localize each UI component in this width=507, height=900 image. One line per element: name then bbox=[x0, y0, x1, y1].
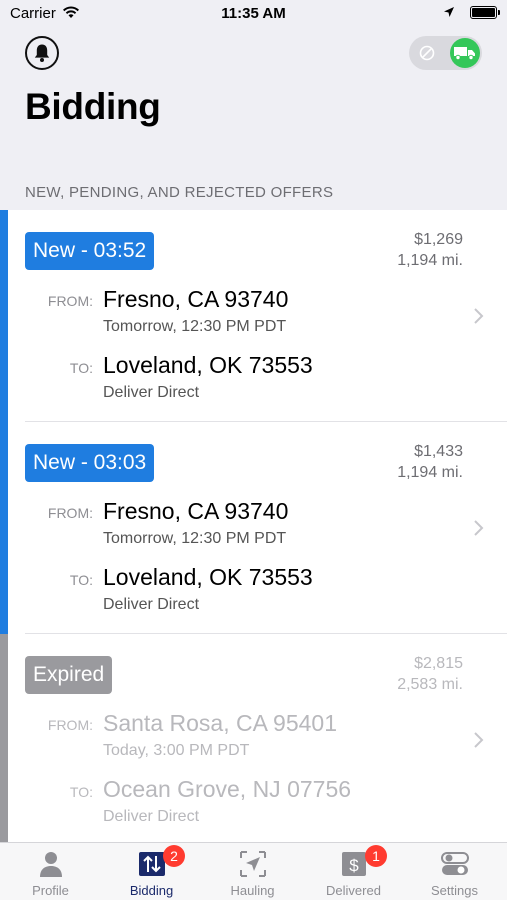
offer-price: $2,815 bbox=[414, 655, 463, 672]
page-title: Bidding bbox=[25, 86, 161, 127]
delivery-detail: Deliver Direct bbox=[103, 596, 200, 613]
status-badge: New - 03:03 bbox=[25, 444, 155, 482]
truck-icon bbox=[454, 47, 475, 60]
offer-miles: 1,194 mi. bbox=[397, 464, 463, 481]
tab-delivered[interactable]: $ 1 Delivered bbox=[303, 843, 404, 900]
from-label: FROM: bbox=[47, 293, 93, 309]
tab-hauling[interactable]: Hauling bbox=[202, 843, 303, 900]
status-time: 11:35 AM bbox=[221, 5, 286, 22]
to-city: Loveland, OK 73553 bbox=[103, 564, 313, 590]
person-icon bbox=[40, 852, 62, 877]
battery-icon bbox=[470, 6, 500, 19]
from-label: FROM: bbox=[47, 505, 93, 521]
offer-price: $1,269 bbox=[414, 231, 463, 248]
status-bar: Carrier 11:35 AM bbox=[0, 0, 507, 28]
tab-label: Settings bbox=[431, 883, 478, 898]
offer-row[interactable]: New - 03:03 $1,433 1,194 mi. FROM: Fresn… bbox=[0, 422, 507, 634]
location-arrow-icon bbox=[444, 7, 454, 17]
from-city: Santa Rosa, CA 95401 bbox=[103, 710, 337, 736]
to-label: TO: bbox=[69, 784, 93, 800]
offer-miles: 1,194 mi. bbox=[397, 252, 463, 269]
chevron-right-icon bbox=[474, 732, 484, 748]
tab-label: Delivered bbox=[326, 883, 381, 898]
offer-row[interactable]: Expired $2,815 2,583 mi. FROM: Santa Ros… bbox=[0, 634, 507, 842]
toggles-icon bbox=[441, 852, 469, 875]
notification-badge: 1 bbox=[365, 845, 387, 867]
tab-settings[interactable]: Settings bbox=[404, 843, 505, 900]
offer-accent-bar bbox=[0, 422, 8, 634]
tab-label: Profile bbox=[32, 883, 69, 898]
offer-row[interactable]: New - 03:52 $1,269 1,194 mi. FROM: Fresn… bbox=[0, 210, 507, 422]
tab-label: Bidding bbox=[129, 883, 174, 898]
status-badge: Expired bbox=[25, 656, 113, 694]
tab-label: Hauling bbox=[230, 883, 275, 898]
from-label: FROM: bbox=[47, 717, 93, 733]
toggle-knob bbox=[450, 38, 480, 68]
offers-list: New - 03:52 $1,269 1,194 mi. FROM: Fresn… bbox=[0, 210, 507, 842]
bell-icon bbox=[34, 44, 50, 62]
status-badge: New - 03:52 bbox=[25, 232, 155, 270]
svg-text:$: $ bbox=[349, 856, 359, 875]
to-label: TO: bbox=[69, 360, 93, 376]
offer-accent-bar bbox=[0, 634, 8, 842]
offer-price: $1,433 bbox=[414, 443, 463, 460]
tab-bidding[interactable]: 2 Bidding bbox=[101, 843, 202, 900]
availability-toggle[interactable] bbox=[409, 36, 482, 70]
section-header: NEW, PENDING, AND REJECTED OFFERS bbox=[25, 184, 334, 201]
header: Bidding NEW, PENDING, AND REJECTED OFFER… bbox=[0, 28, 507, 210]
notification-badge: 2 bbox=[163, 845, 185, 867]
pickup-time: Today, 3:00 PM PDT bbox=[103, 742, 250, 759]
navigation-arrow-icon bbox=[240, 851, 266, 877]
unavailable-icon bbox=[419, 45, 435, 61]
tab-profile[interactable]: Profile bbox=[0, 843, 101, 900]
delivery-detail: Deliver Direct bbox=[103, 384, 200, 401]
notifications-button[interactable] bbox=[25, 36, 59, 70]
delivery-detail: Deliver Direct bbox=[103, 808, 200, 825]
pickup-time: Tomorrow, 12:30 PM PDT bbox=[103, 318, 287, 335]
to-city: Loveland, OK 73553 bbox=[103, 352, 313, 378]
from-city: Fresno, CA 93740 bbox=[103, 498, 289, 524]
chevron-right-icon bbox=[474, 520, 484, 536]
offer-miles: 2,583 mi. bbox=[397, 676, 463, 693]
offer-accent-bar bbox=[0, 210, 8, 422]
from-city: Fresno, CA 93740 bbox=[103, 286, 289, 312]
to-label: TO: bbox=[69, 572, 93, 588]
chevron-right-icon bbox=[474, 308, 484, 324]
tab-bar: Profile 2 Bidding Hauling $ 1 Delivered bbox=[0, 842, 507, 900]
to-city: Ocean Grove, NJ 07756 bbox=[103, 776, 352, 802]
pickup-time: Tomorrow, 12:30 PM PDT bbox=[103, 530, 287, 547]
